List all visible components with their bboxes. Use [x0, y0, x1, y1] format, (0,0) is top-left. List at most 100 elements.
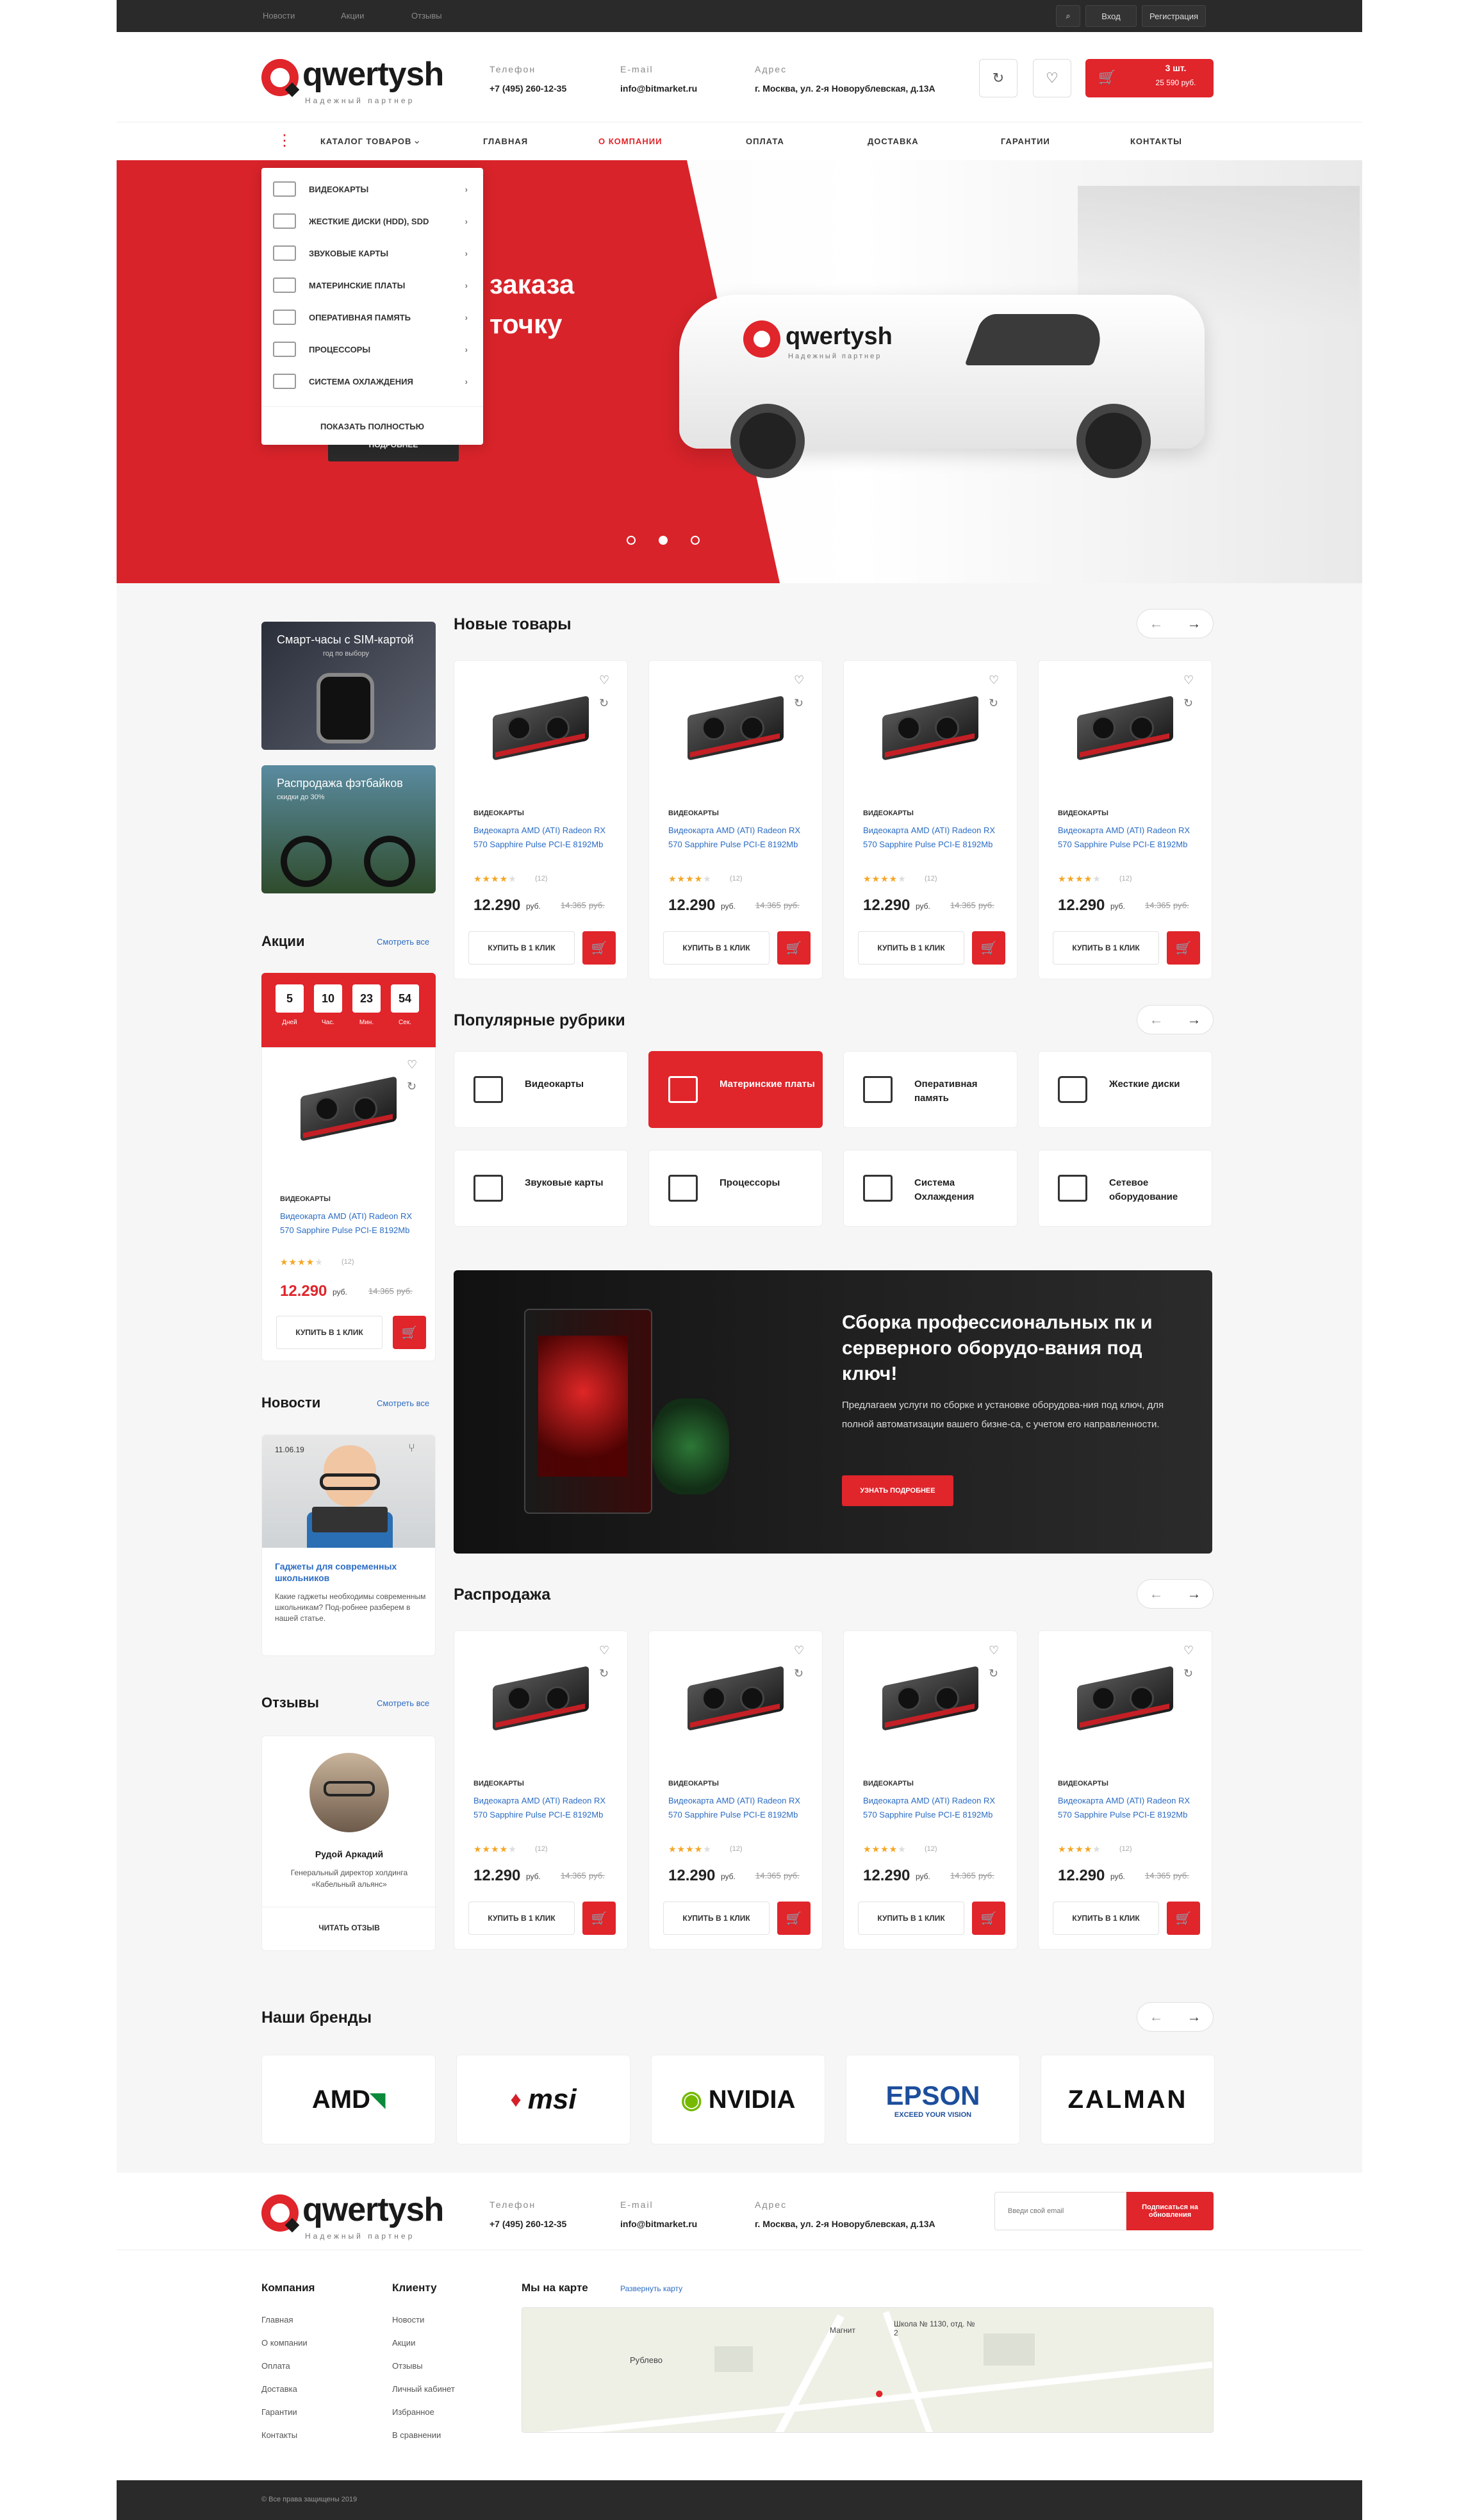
heart-icon[interactable]: ♡: [1183, 1644, 1194, 1657]
learn-more-button[interactable]: УЗНАТЬ ПОДРОБНЕЕ: [842, 1475, 953, 1506]
product-image[interactable]: [688, 695, 784, 761]
heart-icon[interactable]: ♡: [989, 674, 999, 687]
footer-logo-text[interactable]: qwertysh: [302, 2191, 444, 2229]
arrow-right-icon[interactable]: →: [1187, 1586, 1201, 1602]
add-to-cart-button[interactable]: 🛒: [1167, 931, 1200, 965]
login-button[interactable]: Вход: [1085, 5, 1137, 27]
news-card[interactable]: 11.06.19 ⑂ Гаджеты для современных школь…: [261, 1434, 436, 1656]
product-name[interactable]: Видеокарта AMD (ATI) Radeon RX 570 Sapph…: [474, 1794, 611, 1822]
cart-button[interactable]: 🛒 3 шт. 25 590 руб.: [1085, 59, 1214, 97]
compare-button[interactable]: ↻: [979, 59, 1017, 97]
heart-icon[interactable]: ♡: [794, 1644, 804, 1657]
topbar-link-reviews[interactable]: Отзывы: [411, 11, 442, 21]
nav-item-about[interactable]: О КОМПАНИИ: [598, 137, 662, 146]
nav-catalog[interactable]: КАТАЛОГ ТОВАРОВ: [320, 137, 411, 146]
brand-epson[interactable]: EPSON EXCEED YOUR VISION: [846, 2055, 1020, 2144]
footer-link-promo[interactable]: Акции: [392, 2338, 415, 2348]
product-image[interactable]: [1077, 695, 1173, 761]
compare-icon[interactable]: ↻: [989, 1667, 998, 1680]
map-pin-icon[interactable]: ●: [875, 2385, 884, 2403]
news-headline[interactable]: Гаджеты для современных школьников: [275, 1561, 426, 1584]
catalog-item-gpu[interactable]: ВИДЕОКАРТЫ ›: [261, 173, 483, 205]
footer-link-contacts[interactable]: Контакты: [261, 2430, 297, 2440]
footer-link-guarantee[interactable]: Гарантии: [261, 2407, 297, 2417]
footer-link-delivery[interactable]: Доставка: [261, 2384, 297, 2394]
heart-icon[interactable]: ♡: [599, 674, 609, 687]
footer-link-reviews[interactable]: Отзывы: [392, 2361, 423, 2371]
product-image[interactable]: [882, 695, 978, 761]
add-to-cart-button[interactable]: 🛒: [777, 931, 811, 965]
product-name[interactable]: Видеокарта AMD (ATI) Radeon RX 570 Sapph…: [1058, 1794, 1195, 1822]
catalog-item-hdd[interactable]: ЖЕСТКИЕ ДИСКИ (HDD), SDD ›: [261, 205, 483, 237]
add-to-cart-button[interactable]: 🛒: [1167, 1902, 1200, 1935]
promo-all-link[interactable]: Смотреть все: [377, 937, 429, 947]
buy-one-click-button[interactable]: КУПИТЬ В 1 КЛИК: [663, 931, 770, 965]
subscribe-email-input[interactable]: [994, 2192, 1126, 2230]
heart-icon[interactable]: ♡: [794, 674, 804, 687]
catalog-item-cooling[interactable]: СИСТЕМА ОХЛАЖДЕНИЯ ›: [261, 365, 483, 397]
rubric-ram[interactable]: Оперативная память: [843, 1051, 1017, 1128]
compare-icon[interactable]: ↻: [794, 1667, 803, 1680]
footer-link-home[interactable]: Главная: [261, 2315, 293, 2325]
product-image[interactable]: [688, 1666, 784, 1731]
slider-dot-3[interactable]: [691, 536, 700, 545]
heart-icon[interactable]: ♡: [989, 1644, 999, 1657]
heart-icon[interactable]: ♡: [1183, 674, 1194, 687]
add-to-cart-button[interactable]: 🛒: [777, 1902, 811, 1935]
topbar-link-promo[interactable]: Акции: [341, 11, 364, 21]
slider-dot-1[interactable]: [627, 536, 636, 545]
footer-email[interactable]: info@bitmarket.ru: [620, 2219, 697, 2229]
buy-one-click-button[interactable]: КУПИТЬ В 1 КЛИК: [663, 1902, 770, 1935]
topbar-link-news[interactable]: Новости: [263, 11, 295, 21]
product-name[interactable]: Видеокарта AMD (ATI) Radeon RX 570 Sapph…: [474, 824, 611, 852]
expand-map-link[interactable]: Развернуть карту: [620, 2284, 682, 2293]
buy-one-click-button[interactable]: КУПИТЬ В 1 КЛИК: [858, 1902, 964, 1935]
product-image[interactable]: [882, 1666, 978, 1731]
logo-text[interactable]: qwertysh: [302, 55, 444, 94]
compare-icon[interactable]: ↻: [989, 697, 998, 710]
catalog-show-all[interactable]: ПОКАЗАТЬ ПОЛНОСТЬЮ: [261, 422, 483, 431]
arrow-left-icon[interactable]: ←: [1149, 1011, 1164, 1028]
product-name[interactable]: Видеокарта AMD (ATI) Radeon RX 570 Sapph…: [863, 1794, 1000, 1822]
rubric-hdd[interactable]: Жесткие диски: [1038, 1051, 1212, 1128]
heart-icon[interactable]: ♡: [599, 1644, 609, 1657]
search-button[interactable]: ⌕: [1056, 5, 1080, 27]
footer-phone[interactable]: +7 (495) 260-12-35: [490, 2219, 566, 2229]
rubric-network[interactable]: Сетевое оборудование: [1038, 1150, 1212, 1227]
compare-icon[interactable]: ↻: [599, 697, 609, 710]
banner-fatbike[interactable]: Распродажа фэтбайков скидки до 30%: [261, 765, 436, 893]
rubric-motherboard[interactable]: Материнские платы: [648, 1051, 823, 1128]
compare-icon[interactable]: ↻: [1183, 697, 1193, 710]
nav-item-contacts[interactable]: КОНТАКТЫ: [1130, 137, 1182, 146]
banner-smartwatch[interactable]: Смарт-часы с SIM-картой год по выбору: [261, 622, 436, 750]
arrow-right-icon[interactable]: →: [1187, 2009, 1201, 2025]
footer-logo-icon[interactable]: [261, 2194, 300, 2233]
buy-one-click-button[interactable]: КУПИТЬ В 1 КЛИК: [858, 931, 964, 965]
catalog-item-motherboard[interactable]: МАТЕРИНСКИЕ ПЛАТЫ ›: [261, 269, 483, 301]
subscribe-button[interactable]: Подписаться на обновления: [1126, 2192, 1214, 2230]
product-image[interactable]: [493, 1666, 589, 1731]
news-all-link[interactable]: Смотреть все: [377, 1398, 429, 1408]
favorites-button[interactable]: ♡: [1033, 59, 1071, 97]
rubric-sound[interactable]: Звуковые карты: [454, 1150, 628, 1227]
footer-link-account[interactable]: Личный кабинет: [392, 2384, 455, 2394]
product-name[interactable]: Видеокарта AMD (ATI) Radeon RX 570 Sapph…: [668, 824, 805, 852]
nav-item-payment[interactable]: ОПЛАТА: [746, 137, 784, 146]
product-image[interactable]: [301, 1076, 397, 1141]
brand-amd[interactable]: AMD ◥: [261, 2055, 436, 2144]
footer-link-news[interactable]: Новости: [392, 2315, 424, 2325]
register-button[interactable]: Регистрация: [1142, 5, 1206, 27]
arrow-right-icon[interactable]: →: [1187, 1011, 1201, 1028]
product-name[interactable]: Видеокарта AMD (ATI) Radeon RX 570 Sapph…: [1058, 824, 1195, 852]
buy-one-click-button[interactable]: КУПИТЬ В 1 КЛИК: [1053, 1902, 1159, 1935]
menu-dots-icon[interactable]: ⋮: [277, 131, 292, 150]
read-review-button[interactable]: ЧИТАТЬ ОТЗЫВ: [262, 1923, 436, 1932]
arrow-left-icon[interactable]: ←: [1149, 2009, 1164, 2025]
product-name[interactable]: Видеокарта AMD (ATI) Radeon RX 570 Sapph…: [668, 1794, 805, 1822]
phone-value[interactable]: +7 (495) 260-12-35: [490, 83, 566, 94]
rubric-gpu[interactable]: Видеокарты: [454, 1051, 628, 1128]
product-image[interactable]: [493, 695, 589, 761]
nav-item-home[interactable]: ГЛАВНАЯ: [483, 137, 528, 146]
buy-one-click-button[interactable]: КУПИТЬ В 1 КЛИК: [468, 931, 575, 965]
buy-one-click-button[interactable]: КУПИТЬ В 1 КЛИК: [276, 1316, 383, 1349]
